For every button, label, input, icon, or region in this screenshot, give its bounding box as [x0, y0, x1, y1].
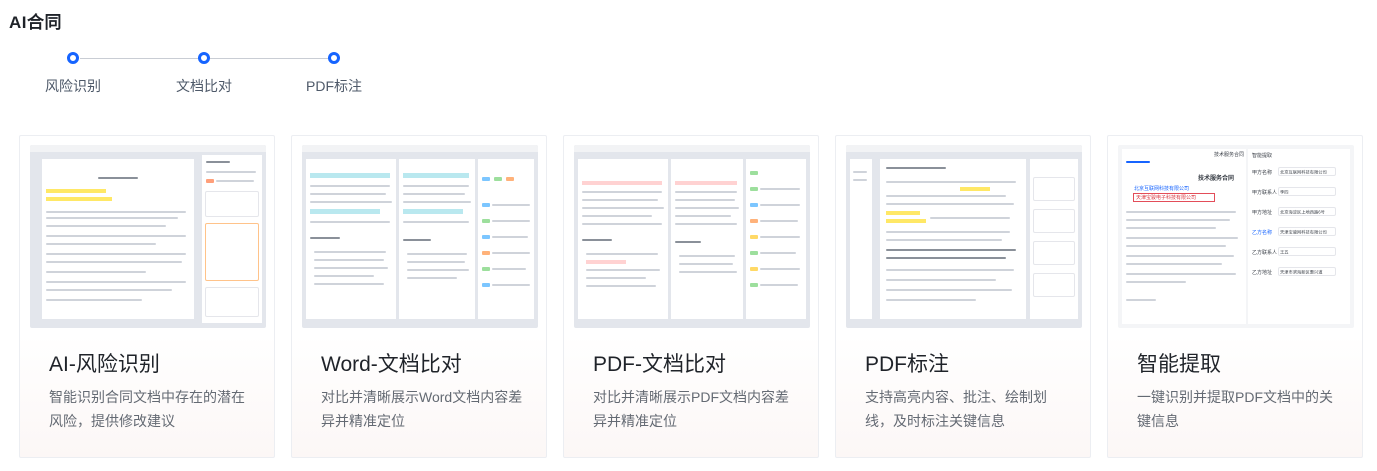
thumb-panel-title: 智能提取 [1252, 153, 1273, 159]
thumb-field-label: 甲方联系人 [1252, 190, 1278, 196]
thumb-field-value: 北京海淀区上地西路6号 [1280, 209, 1325, 215]
step-label: 风险识别 [45, 78, 101, 94]
card-desc: 对比并清晰展示Word文档内容差异并精准定位 [321, 389, 523, 429]
card-smart-extract[interactable]: 技术服务合同 技术服务合同 北京互联网科技有限公司 天津宝骏电子科技有限公司 智… [1107, 135, 1363, 458]
thumb-field-value: 天津市滨海新区惠兴道 [1280, 269, 1323, 275]
thumb-field-value: 北京互联网科技有限公司 [1280, 169, 1327, 175]
word-compare-screenshot [302, 145, 538, 328]
extract-screenshot: 技术服务合同 技术服务合同 北京互联网科技有限公司 天津宝骏电子科技有限公司 智… [1118, 145, 1354, 328]
thumb-field-label: 乙方地址 [1252, 270, 1273, 276]
thumb-field-value: 李四 [1280, 189, 1289, 195]
card-title: AI-风险识别 [49, 353, 160, 376]
card-title: Word-文档比对 [321, 353, 462, 376]
pdf-compare-screenshot [574, 145, 810, 328]
card-pdf-annotate[interactable]: PDF标注 支持高亮内容、批注、绘制划线，及时标注关键信息 [835, 135, 1091, 458]
feature-cards: AI-风险识别 智能识别合同文档中存在的潜在风险，提供修改建议 Word-文档比… [19, 135, 1363, 459]
step-dot [67, 52, 79, 64]
page-title: AI合同 [9, 13, 62, 32]
card-title: 智能提取 [1137, 353, 1221, 376]
card-desc: 支持高亮内容、批注、绘制划线，及时标注关键信息 [865, 389, 1047, 429]
risk-screenshot [30, 145, 266, 328]
card-title: PDF标注 [865, 353, 949, 376]
card-title: PDF-文档比对 [593, 353, 726, 376]
step-pdf-annotate[interactable]: PDF标注 [289, 52, 379, 96]
step-progress: 风险识别 文档比对 PDF标注 [40, 52, 380, 102]
step-label: 文档比对 [176, 78, 232, 94]
card-desc: 智能识别合同文档中存在的潜在风险，提供修改建议 [49, 389, 245, 429]
pdf-annotate-screenshot [846, 145, 1082, 328]
card-desc: 对比并清晰展示PDF文档内容差异并精准定位 [593, 389, 789, 429]
thumb-party-a: 北京互联网科技有限公司 [1134, 186, 1190, 192]
thumb-doc-header: 技术服务合同 [1214, 152, 1245, 158]
step-doc-compare[interactable]: 文档比对 [159, 52, 249, 96]
card-word-compare[interactable]: Word-文档比对 对比并清晰展示Word文档内容差异并精准定位 [291, 135, 547, 458]
thumb-party-b: 天津宝骏电子科技有限公司 [1136, 195, 1197, 201]
thumb-field-label: 甲方地址 [1252, 210, 1273, 216]
card-ai-risk[interactable]: AI-风险识别 智能识别合同文档中存在的潜在风险，提供修改建议 [19, 135, 275, 458]
card-desc: 一键识别并提取PDF文档中的关键信息 [1137, 389, 1333, 429]
card-pdf-compare[interactable]: PDF-文档比对 对比并清晰展示PDF文档内容差异并精准定位 [563, 135, 819, 458]
step-risk-identify[interactable]: 风险识别 [28, 52, 118, 96]
step-dot [328, 52, 340, 64]
thumb-field-value: 王五 [1280, 249, 1289, 255]
thumb-field-value: 天津宝骏网科技有限公司 [1280, 229, 1327, 235]
thumb-doc-heading: 技术服务合同 [1198, 176, 1235, 182]
thumb-field-label: 乙方联系人 [1252, 250, 1278, 256]
thumb-field-label: 甲方名称 [1252, 170, 1273, 176]
thumb-field-label: 乙方名称 [1252, 230, 1273, 236]
step-label: PDF标注 [306, 78, 362, 94]
step-dot [198, 52, 210, 64]
